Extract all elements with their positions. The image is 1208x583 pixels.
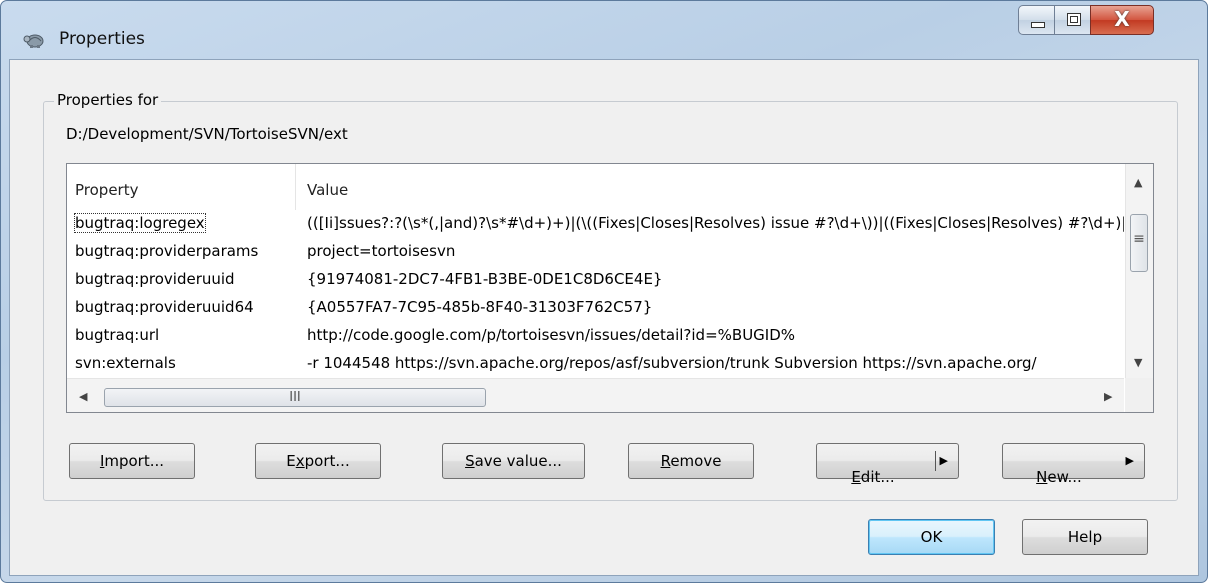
vertical-scroll-thumb[interactable]: ≡ (1130, 214, 1148, 272)
horizontal-scrollbar[interactable]: ◀ III ▶ (67, 378, 1124, 412)
vertical-scrollbar[interactable]: ▲ ≡ ▼ (1125, 164, 1153, 378)
list-header: Property Value (67, 164, 1124, 210)
column-header-property[interactable]: Property (75, 181, 138, 199)
scroll-down-icon[interactable]: ▼ (1134, 356, 1142, 369)
scroll-left-icon[interactable]: ◀ (79, 390, 87, 403)
scrollbar-corner (1125, 378, 1153, 412)
property-cell: bugtraq:provideruuid (75, 270, 235, 288)
save-value-button[interactable]: Save value... (442, 443, 585, 479)
edit-split-button[interactable]: Edit... ▶ (816, 443, 959, 486)
value-cell: (([Ii]ssues?:?(\s*(,|and)?\s*#\d+)+)|(\(… (307, 214, 1124, 232)
scroll-right-icon[interactable]: ▶ (1104, 390, 1112, 403)
value-cell: -r 1044548 https://svn.apache.org/repos/… (307, 354, 1037, 372)
close-button[interactable]: X (1090, 5, 1154, 35)
ok-button[interactable]: OK (868, 519, 995, 555)
close-icon: X (1114, 7, 1130, 31)
path-label: D:/Development/SVN/TortoiseSVN/ext (66, 125, 348, 143)
minimize-icon (1031, 22, 1045, 28)
property-cell: bugtraq:providerparams (75, 242, 259, 260)
tortoise-app-icon (23, 34, 44, 48)
table-row[interactable]: svn:externals -r 1044548 https://svn.apa… (67, 350, 1124, 378)
minimize-button[interactable] (1018, 5, 1055, 35)
new-split-button[interactable]: New... ▶ (1002, 443, 1145, 486)
horizontal-scroll-thumb[interactable]: III (104, 388, 486, 407)
remove-button[interactable]: Remove (628, 443, 754, 479)
value-cell: {A0557FA7-7C95-485b-8F40-31303F762C57} (307, 298, 653, 316)
window-title: Properties (59, 29, 145, 49)
property-cell: bugtraq:url (75, 326, 160, 344)
import-button[interactable]: Import... (69, 443, 195, 479)
property-cell: bugtraq:provideruuid64 (75, 298, 254, 316)
property-cell: bugtraq:logregex (74, 213, 206, 233)
dialog-client-area: Properties for D:/Development/SVN/Tortoi… (9, 59, 1199, 576)
scroll-up-icon[interactable]: ▲ (1134, 176, 1142, 189)
dropdown-arrow-icon[interactable]: ▶ (940, 444, 948, 477)
properties-window: Properties X Properties for D:/Developme… (0, 0, 1208, 583)
maximize-button[interactable] (1054, 5, 1091, 35)
table-row[interactable]: bugtraq:url http://code.google.com/p/tor… (67, 322, 1124, 350)
table-row[interactable]: bugtraq:providerparams project=tortoises… (67, 238, 1124, 266)
property-cell: svn:externals (75, 354, 176, 372)
table-row[interactable]: bugtraq:provideruuid {91974081-2DC7-4FB1… (67, 266, 1124, 294)
table-row[interactable]: bugtraq:logregex (([Ii]ssues?:?(\s*(,|an… (67, 210, 1124, 238)
split-divider (935, 451, 936, 471)
maximize-icon (1067, 13, 1081, 26)
column-header-value[interactable]: Value (307, 181, 348, 199)
group-legend: Properties for (54, 91, 162, 109)
grip-icon: III (289, 390, 301, 405)
column-divider[interactable] (295, 164, 296, 210)
title-bar[interactable]: Properties X (1, 1, 1207, 59)
help-button[interactable]: Help (1022, 519, 1148, 555)
value-cell: http://code.google.com/p/tortoisesvn/iss… (307, 326, 796, 344)
value-cell: project=tortoisesvn (307, 242, 456, 260)
value-cell: {91974081-2DC7-4FB1-B3BE-0DE1C8D6CE4E} (307, 270, 663, 288)
table-row[interactable]: bugtraq:provideruuid64 {A0557FA7-7C95-48… (67, 294, 1124, 322)
properties-list[interactable]: Property Value bugtraq:logregex (([Ii]ss… (66, 163, 1154, 413)
dropdown-arrow-icon[interactable]: ▶ (1126, 444, 1134, 477)
properties-group: Properties for D:/Development/SVN/Tortoi… (43, 91, 1178, 501)
grip-icon: ≡ (1133, 231, 1145, 247)
export-button[interactable]: Export... (255, 443, 381, 479)
